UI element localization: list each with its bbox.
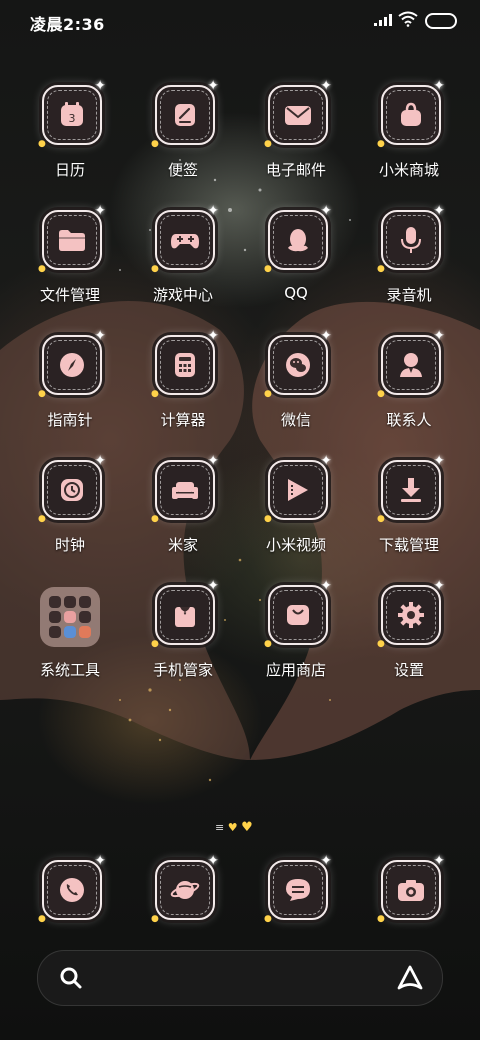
app-label: 游戏中心 bbox=[152, 286, 213, 304]
store-bag-icon bbox=[287, 605, 309, 625]
page-dot-heart-icon: ♥ bbox=[227, 821, 238, 834]
app-calculator[interactable]: ✦ ● 计算器 bbox=[133, 329, 233, 445]
app-label: 计算器 bbox=[160, 411, 206, 429]
app-label: 指南针 bbox=[47, 411, 93, 429]
status-time: 凌晨2:36 bbox=[30, 15, 105, 34]
message-icon bbox=[286, 879, 310, 901]
app-label: 应用商店 bbox=[265, 661, 326, 679]
suit-icon bbox=[175, 607, 195, 627]
app-label: 系统工具 bbox=[39, 661, 100, 679]
gear-icon bbox=[398, 602, 424, 628]
penguin-icon bbox=[288, 229, 308, 252]
person-icon bbox=[400, 353, 422, 377]
search-icon[interactable] bbox=[58, 965, 84, 991]
notes-icon bbox=[175, 104, 195, 126]
app-label: 米家 bbox=[167, 536, 198, 554]
battery-icon bbox=[425, 13, 457, 29]
planet-browser-icon bbox=[170, 881, 200, 899]
app-label: 小米商城 bbox=[378, 161, 439, 179]
folder-system-tools[interactable]: 系统工具 bbox=[20, 585, 120, 695]
page-indicator[interactable]: ≡ ♥ ♥ bbox=[215, 820, 253, 835]
app-label: 下载管理 bbox=[378, 536, 439, 554]
signal-icon bbox=[374, 14, 392, 26]
app-settings[interactable]: ✦ ● 设置 bbox=[359, 579, 459, 695]
page-indicator-menu-icon: ≡ bbox=[215, 821, 225, 834]
app-label: 便签 bbox=[167, 161, 198, 179]
page-dot-heart-active-icon: ♥ bbox=[241, 820, 253, 835]
app-mi-store[interactable]: ✦ ● 小米商城 bbox=[359, 79, 459, 195]
microphone-icon bbox=[401, 227, 421, 253]
assistant-icon[interactable] bbox=[396, 964, 424, 992]
app-label: 微信 bbox=[280, 411, 311, 429]
app-wechat[interactable]: ✦ ● 微信 bbox=[246, 329, 346, 445]
app-downloads[interactable]: ✦ ● 下载管理 bbox=[359, 454, 459, 570]
app-label: 时钟 bbox=[54, 536, 85, 554]
calculator-icon bbox=[175, 353, 195, 377]
svg-text:3: 3 bbox=[69, 112, 76, 125]
folder-grid-icon bbox=[40, 587, 100, 647]
wifi-icon bbox=[398, 11, 418, 27]
phone-icon bbox=[60, 878, 84, 902]
app-mi-video[interactable]: ✦ ● 小米视频 bbox=[246, 454, 346, 570]
app-label: 设置 bbox=[393, 661, 424, 679]
dock: ✦ ● ✦ ● ✦ ● ✦ ● bbox=[0, 854, 480, 960]
download-icon bbox=[401, 478, 421, 502]
app-label: 录音机 bbox=[386, 286, 432, 304]
email-icon bbox=[285, 106, 311, 125]
app-recorder[interactable]: ✦ ● 录音机 bbox=[359, 204, 459, 320]
video-play-icon bbox=[288, 479, 308, 501]
app-clock[interactable]: ✦ ● 时钟 bbox=[20, 454, 120, 570]
shopping-bag-icon bbox=[401, 102, 421, 126]
compass-icon bbox=[60, 353, 84, 377]
app-label: 文件管理 bbox=[39, 286, 100, 304]
app-label: 小米视频 bbox=[265, 536, 326, 554]
app-label: 联系人 bbox=[386, 411, 432, 429]
app-file-manager[interactable]: ✦ ● 文件管理 bbox=[20, 204, 120, 320]
app-app-store[interactable]: ✦ ● 应用商店 bbox=[246, 579, 346, 695]
app-contacts[interactable]: ✦ ● 联系人 bbox=[359, 329, 459, 445]
app-label: 日历 bbox=[54, 161, 85, 179]
app-label: 电子邮件 bbox=[265, 161, 326, 179]
app-security[interactable]: ✦ ● 手机管家 bbox=[133, 579, 233, 695]
gamepad-icon bbox=[171, 234, 199, 249]
calendar-icon: 3 bbox=[61, 102, 83, 126]
camera-icon bbox=[398, 880, 424, 901]
app-label: 手机管家 bbox=[152, 661, 213, 679]
search-bar[interactable] bbox=[37, 950, 443, 1006]
app-qq[interactable]: ✦ ● QQ bbox=[246, 204, 346, 320]
status-bar: 凌晨2:36 bbox=[0, 0, 480, 42]
app-compass[interactable]: ✦ ● 指南针 bbox=[20, 329, 120, 445]
app-notes[interactable]: ✦ ● 便签 bbox=[133, 79, 233, 195]
app-email[interactable]: ✦ ● 电子邮件 bbox=[246, 79, 346, 195]
folder-icon bbox=[59, 230, 85, 251]
sofa-icon bbox=[172, 482, 198, 499]
app-mijia[interactable]: ✦ ● 米家 bbox=[133, 454, 233, 570]
app-label: QQ bbox=[284, 284, 308, 302]
clock-icon bbox=[61, 479, 83, 501]
app-game-center[interactable]: ✦ ● 游戏中心 bbox=[133, 204, 233, 320]
app-calendar[interactable]: ✦ ● 3 日历 bbox=[20, 79, 120, 195]
chat-bubbles-icon bbox=[286, 353, 310, 377]
